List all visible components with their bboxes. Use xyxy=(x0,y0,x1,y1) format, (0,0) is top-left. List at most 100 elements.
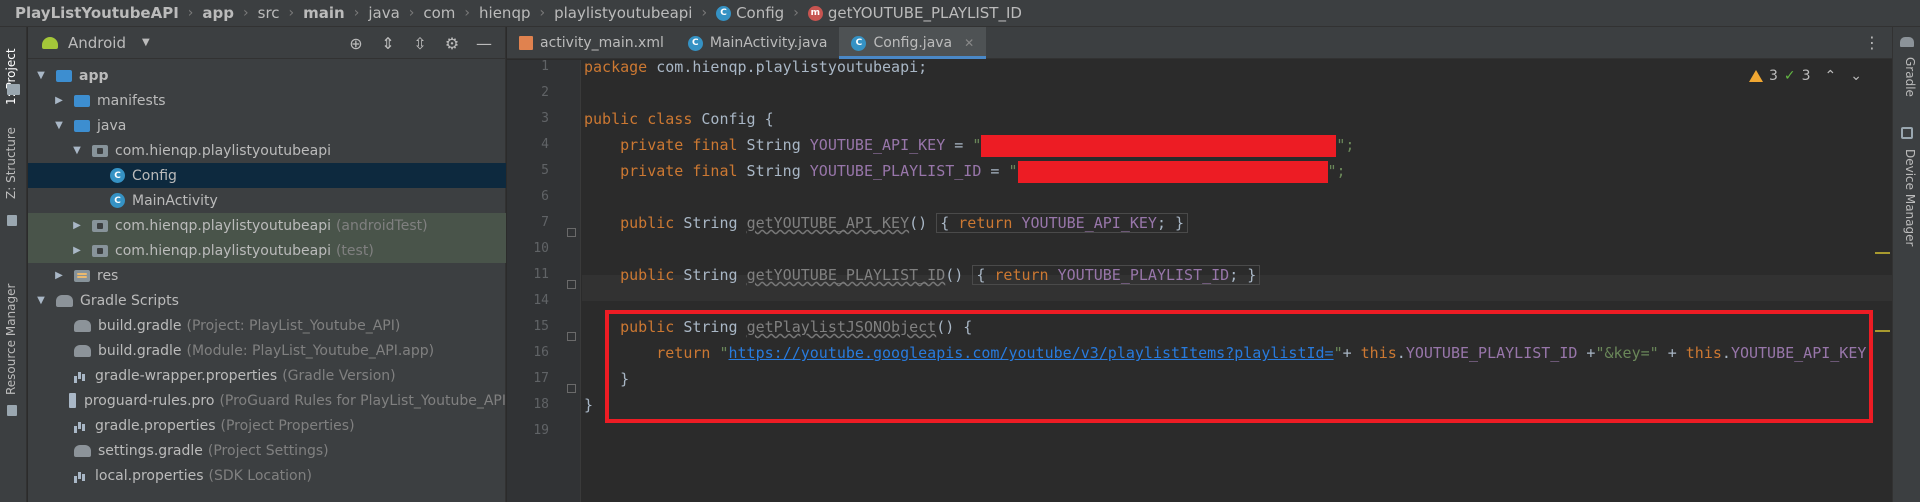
tool-tab-resource-manager[interactable]: Resource Manager xyxy=(4,284,18,395)
breadcrumb-package[interactable]: playlistyoutubeapi xyxy=(554,4,692,22)
fold-marker-icon[interactable] xyxy=(567,280,576,289)
left-tool-strip: 1: Project Z: Structure Resource Manager xyxy=(0,27,27,502)
line-number: 5 xyxy=(541,163,549,178)
line-number: 18 xyxy=(533,397,549,412)
breadcrumb-separator: › xyxy=(793,5,799,21)
device-icon xyxy=(1901,127,1913,139)
chevron-down-icon[interactable]: ▼ xyxy=(142,37,150,48)
tree-item-proguard[interactable]: proguard-rules.pro (ProGuard Rules for P… xyxy=(28,388,506,413)
project-panel-header: Android ▼ ⊕ ⇕ ⇳ ⚙ — xyxy=(28,27,505,59)
breadcrumb-separator: › xyxy=(187,5,194,21)
tree-item-local-properties[interactable]: local.properties (SDK Location) xyxy=(28,463,506,488)
breadcrumb-method-label: getYOUTUBE_PLAYLIST_ID xyxy=(827,4,1022,22)
tree-item-app[interactable]: ▼ app xyxy=(28,63,506,88)
tree-item-package[interactable]: ▼ com.hienqp.playlistyoutubeapi xyxy=(28,138,506,163)
code-line-11: public String getYOUTUBE_PLAYLIST_ID() {… xyxy=(584,262,1261,288)
warning-icon xyxy=(1748,70,1763,82)
breadcrumb-src[interactable]: src xyxy=(258,4,280,22)
tree-item-mainactivity[interactable]: C MainActivity xyxy=(28,188,506,213)
line-number-gutter: 1 2 3 4 5 6 7 10 11 14 15 16 17 18 19 xyxy=(507,59,581,502)
tree-item-label: app xyxy=(79,67,109,84)
code-line-7: public String getYOUTUBE_API_KEY() { ret… xyxy=(584,210,1189,236)
collapse-all-icon[interactable]: ⇳ xyxy=(411,34,429,53)
breadcrumb-main[interactable]: main xyxy=(303,4,345,22)
breadcrumb-separator: › xyxy=(408,5,415,21)
breadcrumb-class[interactable]: C Config xyxy=(716,4,784,22)
package-icon xyxy=(92,219,108,232)
class-icon: C xyxy=(110,193,125,208)
gear-icon[interactable]: ⚙ xyxy=(443,34,461,53)
folder-icon xyxy=(7,84,20,95)
minimize-icon[interactable]: — xyxy=(475,34,493,53)
breadcrumb-java[interactable]: java xyxy=(368,4,399,22)
chevron-down-icon[interactable]: ▼ xyxy=(34,295,48,306)
tree-item-package-androidtest[interactable]: ▶ com.hienqp.playlistyoutubeapi (android… xyxy=(28,213,506,238)
tool-tab-project[interactable]: 1: Project xyxy=(4,48,18,105)
breadcrumb-app[interactable]: app xyxy=(202,4,234,22)
breadcrumb-project[interactable]: PlayListYoutubeAPI xyxy=(15,4,179,22)
breadcrumb-com[interactable]: com xyxy=(423,4,455,22)
breadcrumb-separator: › xyxy=(353,5,360,21)
tool-tab-structure[interactable]: Z: Structure xyxy=(4,127,18,199)
tree-item-hint: (ProGuard Rules for PlayList_Youtube_API xyxy=(219,392,506,409)
breadcrumb-separator: › xyxy=(243,5,249,21)
fold-marker-icon[interactable] xyxy=(567,228,576,237)
fold-marker-icon[interactable] xyxy=(567,332,576,341)
tree-item-label: com.hienqp.playlistyoutubeapi xyxy=(115,217,331,234)
tree-item-hint: (androidTest) xyxy=(335,217,428,234)
chevron-right-icon[interactable]: ▶ xyxy=(70,220,84,231)
breadcrumb-method[interactable]: m getYOUTUBE_PLAYLIST_ID xyxy=(807,4,1022,22)
chevron-down-icon[interactable]: ▼ xyxy=(52,120,66,131)
code-line-4: private final String YOUTUBE_API_KEY = "… xyxy=(584,132,1354,158)
tree-item-config[interactable]: C Config xyxy=(28,163,506,188)
line-number: 2 xyxy=(541,85,549,100)
redacted-api-key xyxy=(981,134,1337,157)
tree-item-build-gradle-project[interactable]: build.gradle (Project: PlayList_Youtube_… xyxy=(28,313,506,338)
tree-item-gradle-properties[interactable]: gradle.properties (Project Properties) xyxy=(28,413,506,438)
chevron-up-icon[interactable]: ⌃ xyxy=(1825,68,1837,84)
tree-item-label: manifests xyxy=(97,92,166,109)
class-icon: C xyxy=(851,35,867,51)
tool-tab-gradle[interactable]: Gradle xyxy=(1903,57,1917,97)
view-selector[interactable]: Android xyxy=(68,34,126,52)
xml-file-icon xyxy=(519,36,533,50)
tree-item-build-gradle-module[interactable]: build.gradle (Module: PlayList_Youtube_A… xyxy=(28,338,506,363)
more-options-icon[interactable]: ⋮ xyxy=(1864,33,1880,52)
tree-item-label: java xyxy=(97,117,127,134)
breadcrumb-class-label: Config xyxy=(736,4,785,22)
tree-item-res[interactable]: ▶ res xyxy=(28,263,506,288)
scrollbar-marker[interactable] xyxy=(1875,252,1890,254)
chevron-right-icon[interactable]: ▶ xyxy=(52,95,66,106)
tool-tab-device-manager[interactable]: Device Manager xyxy=(1903,149,1917,246)
line-number: 3 xyxy=(541,111,549,126)
fold-marker-icon[interactable] xyxy=(567,384,576,393)
code-editor[interactable]: package com.hienqp.playlistyoutubeapi; p… xyxy=(582,58,1892,502)
tree-item-label: settings.gradle xyxy=(98,442,203,459)
tree-item-gradle-scripts[interactable]: ▼ Gradle Scripts xyxy=(28,288,506,313)
package-icon xyxy=(92,144,108,157)
expand-all-icon[interactable]: ⇕ xyxy=(379,34,397,53)
tree-item-label: local.properties xyxy=(95,467,204,484)
tree-item-gradle-wrapper[interactable]: gradle-wrapper.properties (Gradle Versio… xyxy=(28,363,506,388)
close-icon[interactable]: ✕ xyxy=(964,36,974,50)
chevron-right-icon[interactable]: ▶ xyxy=(52,270,66,281)
tree-item-label: gradle.properties xyxy=(95,417,216,434)
project-panel: Android ▼ ⊕ ⇕ ⇳ ⚙ — ▼ app ▶ manifests ▼ … xyxy=(28,27,506,502)
chevron-down-icon[interactable]: ▼ xyxy=(70,145,84,156)
tree-item-java[interactable]: ▼ java xyxy=(28,113,506,138)
inspections-widget[interactable]: 3 ✓ 3 ⌃ ⌄ xyxy=(1748,68,1862,84)
tree-item-manifests[interactable]: ▶ manifests xyxy=(28,88,506,113)
chevron-down-icon[interactable]: ⌄ xyxy=(1850,68,1862,84)
locate-icon[interactable]: ⊕ xyxy=(347,34,365,53)
scrollbar-marker[interactable] xyxy=(1875,330,1890,332)
line-number: 19 xyxy=(533,423,549,438)
method-icon: m xyxy=(807,5,823,21)
breadcrumb-hienqp[interactable]: hienqp xyxy=(479,4,530,22)
tree-item-package-test[interactable]: ▶ com.hienqp.playlistyoutubeapi (test) xyxy=(28,238,506,263)
right-tool-strip: Gradle Device Manager xyxy=(1892,27,1920,502)
tree-item-label: Gradle Scripts xyxy=(80,292,179,309)
chevron-right-icon[interactable]: ▶ xyxy=(70,245,84,256)
resource-icon xyxy=(7,405,17,416)
chevron-down-icon[interactable]: ▼ xyxy=(34,70,48,81)
tree-item-settings-gradle[interactable]: settings.gradle (Project Settings) xyxy=(28,438,506,463)
